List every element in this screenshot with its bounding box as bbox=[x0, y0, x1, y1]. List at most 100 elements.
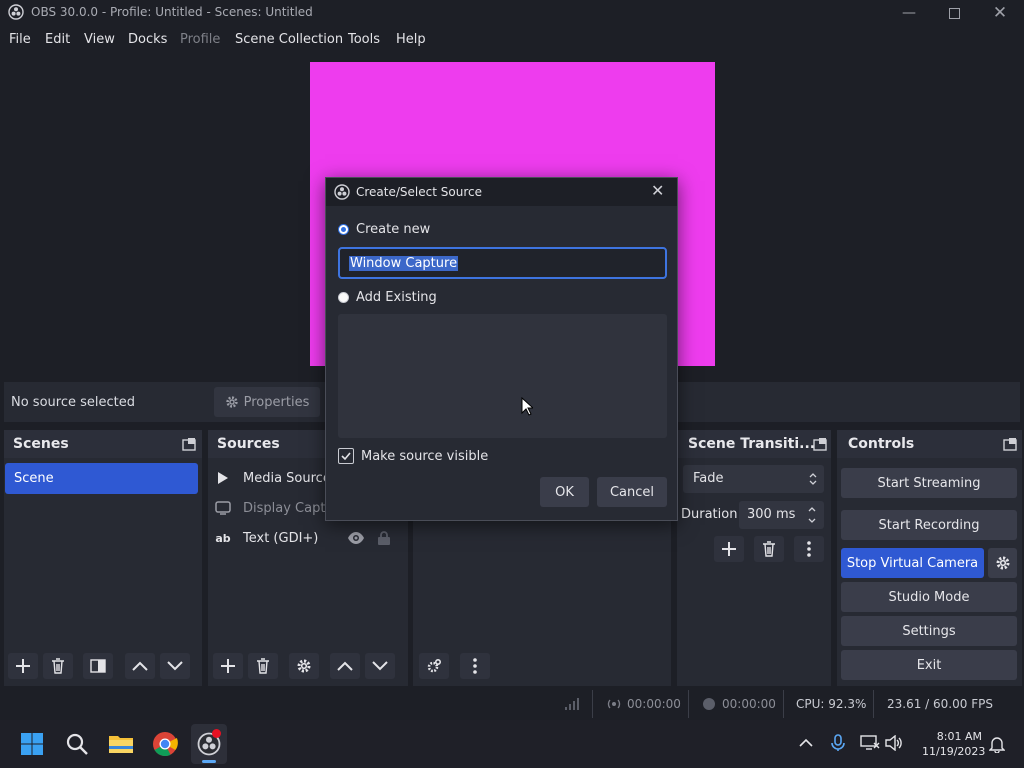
source-item-media[interactable]: Media Source bbox=[214, 465, 331, 491]
dialog-close-button[interactable]: ✕ bbox=[651, 181, 664, 200]
maximize-button[interactable] bbox=[931, 0, 977, 26]
properties-label: Properties bbox=[243, 394, 310, 410]
make-visible-label[interactable]: Make source visible bbox=[361, 449, 488, 464]
add-existing-label[interactable]: Add Existing bbox=[356, 290, 437, 305]
recording-badge bbox=[212, 729, 221, 738]
no-source-label: No source selected bbox=[11, 395, 135, 410]
create-new-radio[interactable] bbox=[338, 224, 349, 235]
menu-help[interactable]: Help bbox=[396, 32, 426, 47]
search-icon[interactable] bbox=[65, 732, 89, 756]
volume-icon[interactable] bbox=[885, 735, 903, 751]
recording-icon bbox=[703, 698, 715, 710]
menu-view[interactable]: View bbox=[84, 32, 115, 47]
duration-value: 300 ms bbox=[747, 507, 796, 522]
minimize-button[interactable]: — bbox=[886, 0, 932, 26]
scene-filters-button[interactable] bbox=[83, 653, 113, 679]
move-source-down-button[interactable] bbox=[365, 653, 395, 679]
network-icon[interactable] bbox=[860, 735, 880, 751]
clock[interactable]: 8:01 AM 11/19/2023 bbox=[922, 729, 985, 759]
undock-icon[interactable] bbox=[813, 437, 827, 451]
virtual-camera-settings-button[interactable] bbox=[988, 548, 1017, 578]
menu-file[interactable]: File bbox=[9, 32, 31, 47]
mixer-menu-button[interactable] bbox=[460, 653, 490, 679]
windows-start-icon[interactable] bbox=[20, 732, 44, 756]
sources-title: Sources bbox=[217, 436, 280, 452]
settings-button[interactable]: Settings bbox=[841, 616, 1017, 646]
cancel-button[interactable]: Cancel bbox=[597, 477, 667, 507]
transitions-title: Scene Transiti... bbox=[688, 436, 816, 452]
chevron-down-icon bbox=[372, 661, 388, 671]
menu-docks[interactable]: Docks bbox=[128, 32, 167, 47]
close-window-button[interactable]: ✕ bbox=[977, 0, 1023, 26]
menu-scene-collection[interactable]: Scene Collection bbox=[235, 32, 343, 47]
menu-profile[interactable]: Profile bbox=[180, 32, 220, 47]
stop-virtual-camera-button[interactable]: Stop Virtual Camera bbox=[841, 548, 984, 578]
status-divider bbox=[592, 690, 593, 718]
source-name-input[interactable]: Window Capture bbox=[338, 247, 667, 279]
exit-button[interactable]: Exit bbox=[841, 650, 1017, 680]
menu-edit[interactable]: Edit bbox=[45, 32, 70, 47]
gear-icon bbox=[996, 556, 1009, 570]
duration-spinbox[interactable]: 300 ms bbox=[739, 501, 824, 529]
move-scene-up-button[interactable] bbox=[125, 653, 155, 679]
cpu-usage: CPU: 92.3% bbox=[796, 697, 867, 711]
chevron-up-icon[interactable] bbox=[799, 738, 813, 748]
gear-icon bbox=[297, 659, 311, 673]
gears-icon bbox=[427, 658, 442, 673]
chrome-icon[interactable] bbox=[152, 731, 178, 757]
microphone-icon[interactable] bbox=[831, 734, 845, 752]
monitor-icon bbox=[214, 499, 232, 517]
undock-icon[interactable] bbox=[1003, 437, 1017, 451]
scene-list-item[interactable]: Scene bbox=[5, 463, 198, 494]
source-name-value: Window Capture bbox=[349, 256, 459, 271]
add-scene-button[interactable] bbox=[8, 653, 38, 679]
remove-scene-button[interactable] bbox=[43, 653, 73, 679]
start-recording-button[interactable]: Start Recording bbox=[841, 510, 1017, 540]
plus-icon bbox=[722, 542, 736, 556]
trash-icon bbox=[257, 658, 269, 674]
ok-button[interactable]: OK bbox=[540, 477, 589, 507]
plus-icon bbox=[221, 659, 235, 673]
add-transition-button[interactable] bbox=[714, 536, 744, 562]
start-streaming-button[interactable]: Start Streaming bbox=[841, 468, 1017, 498]
title-bar: OBS 30.0.0 - Profile: Untitled - Scenes:… bbox=[0, 0, 1024, 26]
studio-mode-button[interactable]: Studio Mode bbox=[841, 582, 1017, 612]
menu-bar: File Edit View Docks Profile Scene Colle… bbox=[0, 26, 1024, 54]
file-explorer-icon[interactable] bbox=[108, 732, 134, 754]
undock-icon[interactable] bbox=[182, 437, 196, 451]
transition-select[interactable]: Fade bbox=[683, 465, 824, 493]
remove-source-button[interactable] bbox=[248, 653, 278, 679]
add-source-button[interactable] bbox=[213, 653, 243, 679]
transition-value: Fade bbox=[693, 471, 724, 486]
advanced-audio-button[interactable] bbox=[419, 653, 449, 679]
source-label: Media Source bbox=[243, 470, 331, 486]
add-existing-radio[interactable] bbox=[338, 292, 349, 303]
signal-bars-icon bbox=[565, 698, 579, 710]
obs-logo-icon bbox=[8, 4, 24, 20]
scenes-header: Scenes bbox=[4, 430, 202, 458]
notification-bell-icon[interactable] bbox=[989, 735, 1005, 753]
properties-button[interactable]: Properties bbox=[214, 387, 320, 417]
make-visible-checkbox[interactable] bbox=[338, 448, 354, 464]
eye-icon[interactable] bbox=[347, 531, 365, 545]
lock-icon[interactable] bbox=[377, 530, 391, 546]
status-divider bbox=[688, 690, 689, 718]
chevron-down-icon bbox=[167, 661, 183, 671]
move-scene-down-button[interactable] bbox=[160, 653, 190, 679]
source-properties-button[interactable] bbox=[289, 653, 319, 679]
scenes-title: Scenes bbox=[13, 436, 69, 452]
move-source-up-button[interactable] bbox=[330, 653, 360, 679]
taskbar-obs-button[interactable] bbox=[191, 724, 227, 764]
source-item-display[interactable]: Display Captu bbox=[214, 495, 334, 521]
trash-icon bbox=[763, 541, 775, 557]
menu-tools[interactable]: Tools bbox=[348, 32, 380, 47]
remove-transition-button[interactable] bbox=[754, 536, 784, 562]
chevron-up-icon bbox=[132, 661, 148, 671]
dialog-title: Create/Select Source bbox=[356, 185, 482, 199]
source-item-text[interactable]: ab Text (GDI+) bbox=[214, 525, 318, 551]
existing-sources-list[interactable] bbox=[338, 314, 667, 438]
kebab-menu-icon bbox=[473, 658, 477, 674]
create-new-label[interactable]: Create new bbox=[356, 222, 430, 237]
transition-menu-button[interactable] bbox=[794, 536, 824, 562]
controls-header: Controls bbox=[837, 430, 1022, 458]
